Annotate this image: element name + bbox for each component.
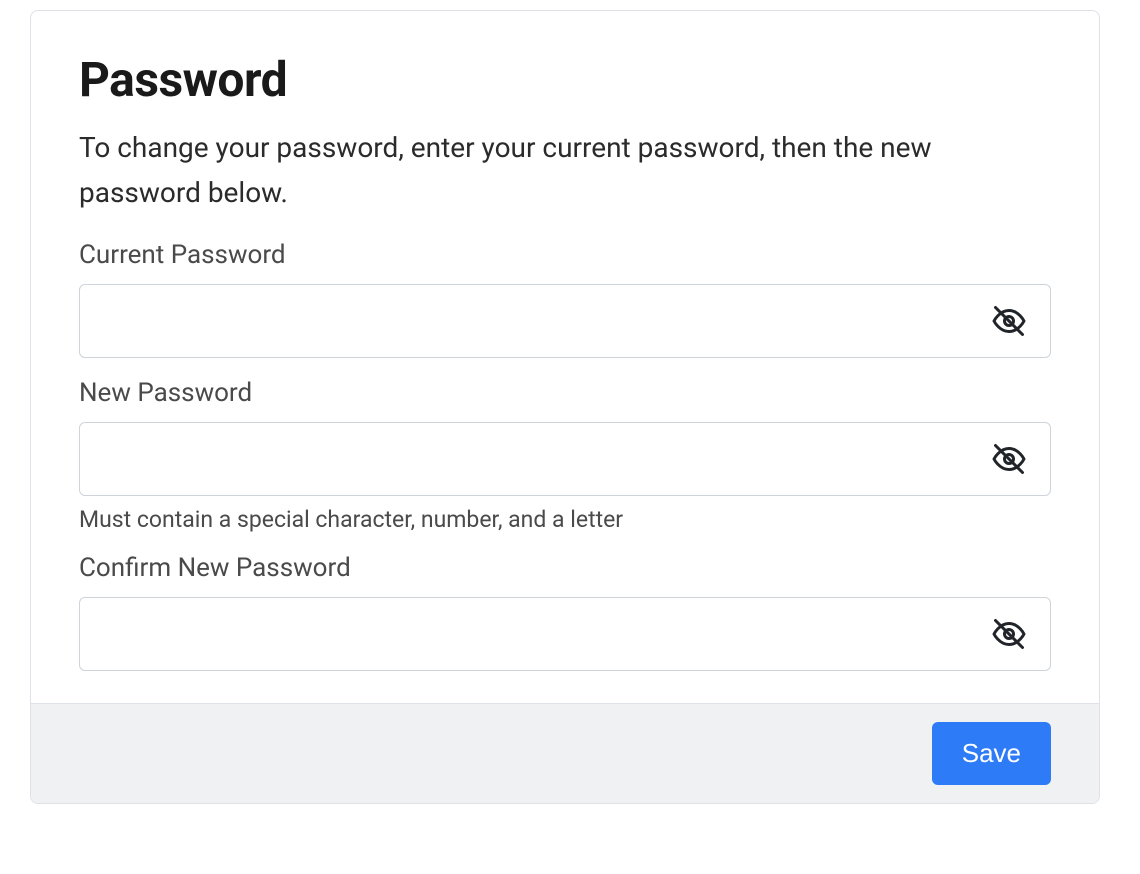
current-password-group: Current Password xyxy=(79,240,1051,358)
new-password-wrapper xyxy=(79,422,1051,496)
card-title: Password xyxy=(79,51,1051,108)
card-body: Password To change your password, enter … xyxy=(31,11,1099,703)
password-card: Password To change your password, enter … xyxy=(30,10,1100,804)
new-password-label: New Password xyxy=(79,378,1051,408)
current-password-label: Current Password xyxy=(79,240,1051,270)
eye-off-icon[interactable] xyxy=(987,437,1031,481)
current-password-wrapper xyxy=(79,284,1051,358)
new-password-input[interactable] xyxy=(79,422,1051,496)
card-description: To change your password, enter your curr… xyxy=(79,126,1051,216)
eye-off-icon[interactable] xyxy=(987,612,1031,656)
eye-off-icon[interactable] xyxy=(987,299,1031,343)
new-password-help: Must contain a special character, number… xyxy=(79,506,1051,533)
confirm-password-input[interactable] xyxy=(79,597,1051,671)
save-button[interactable]: Save xyxy=(932,722,1051,785)
confirm-password-wrapper xyxy=(79,597,1051,671)
confirm-password-group: Confirm New Password xyxy=(79,553,1051,671)
current-password-input[interactable] xyxy=(79,284,1051,358)
new-password-group: New Password Must contain a special char… xyxy=(79,378,1051,533)
card-footer: Save xyxy=(31,703,1099,803)
confirm-password-label: Confirm New Password xyxy=(79,553,1051,583)
